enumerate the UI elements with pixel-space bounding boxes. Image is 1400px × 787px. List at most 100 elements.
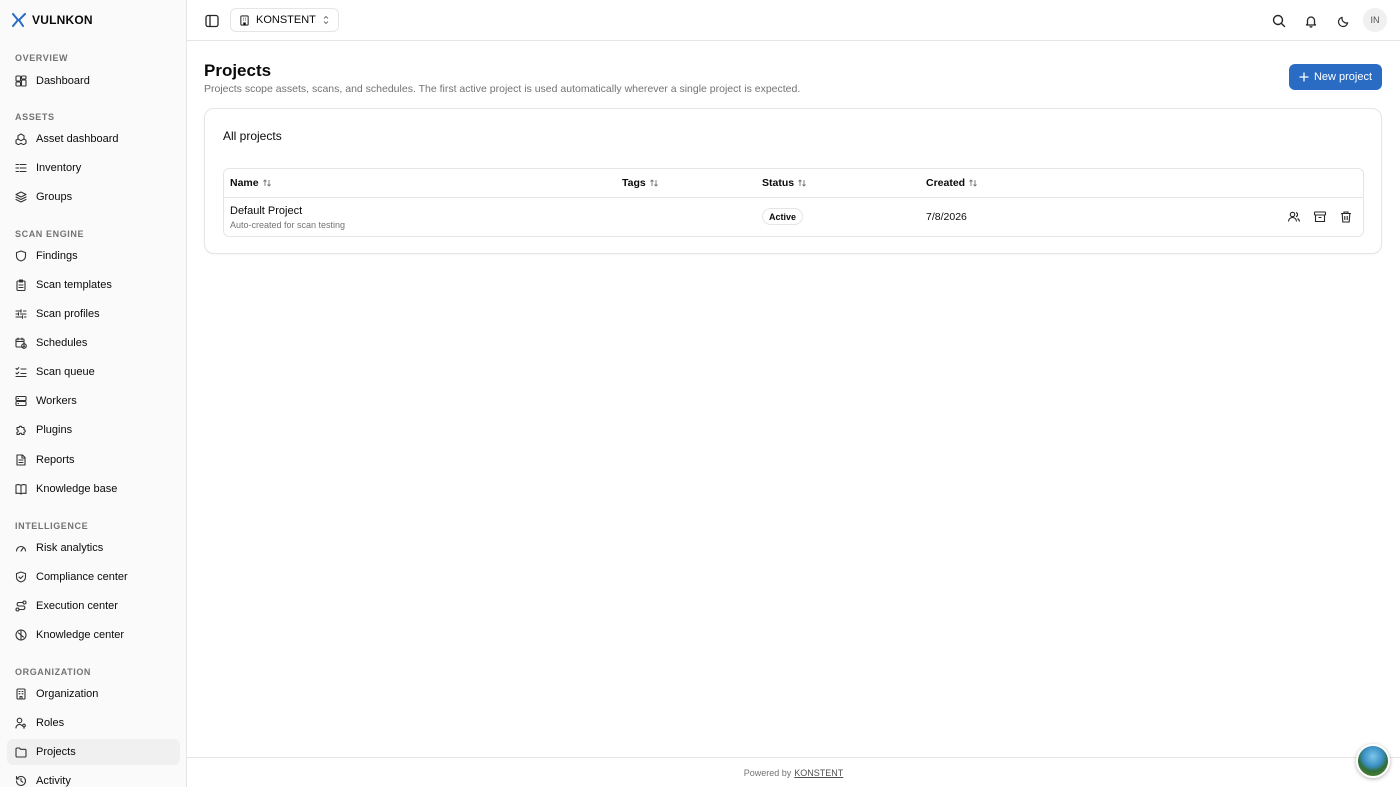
created-date: 7/8/2026 bbox=[926, 211, 967, 223]
sidebar-item-scan-templates[interactable]: Scan templates bbox=[7, 272, 180, 298]
gauge-icon bbox=[15, 545, 27, 552]
search-icon bbox=[1272, 14, 1286, 28]
sidebar-item-roles[interactable]: Roles bbox=[7, 710, 180, 736]
card-title: All projects bbox=[223, 129, 282, 143]
top-header: KONSTENT IN bbox=[187, 0, 1400, 41]
sort-icon bbox=[969, 179, 977, 187]
assistant-avatar-button[interactable] bbox=[1356, 744, 1390, 778]
projects-card: All projects Name Tags Status Created De… bbox=[204, 108, 1382, 254]
sidebar-item-label: Execution center bbox=[36, 600, 118, 612]
building-icon bbox=[16, 688, 26, 700]
puzzle-icon bbox=[16, 425, 26, 436]
server-icon bbox=[15, 395, 27, 407]
sidebar-item-asset-dashboard[interactable]: Asset dashboard bbox=[7, 126, 180, 152]
search-button[interactable] bbox=[1270, 12, 1288, 30]
column-label: Created bbox=[926, 177, 966, 189]
project-name[interactable]: Default Project bbox=[230, 205, 302, 217]
theme-toggle-button[interactable] bbox=[1334, 12, 1352, 30]
sidebar-item-label: Findings bbox=[36, 250, 78, 262]
org-name: KONSTENT bbox=[256, 14, 316, 26]
sidebar-toggle-button[interactable] bbox=[203, 12, 221, 30]
sidebar-item-label: Risk analytics bbox=[36, 542, 104, 554]
table-row[interactable]: Default Project Auto-created for scan te… bbox=[224, 198, 1363, 237]
sidebar-item-inventory[interactable]: Inventory bbox=[7, 155, 180, 181]
sidebar-item-label: Scan profiles bbox=[36, 308, 100, 320]
sidebar-item-risk-analytics[interactable]: Risk analytics bbox=[7, 535, 180, 561]
column-label: Status bbox=[762, 177, 795, 189]
sidebar-item-label: Schedules bbox=[36, 337, 88, 349]
sidebar-item-label: Plugins bbox=[36, 424, 73, 436]
column-header-status[interactable]: Status bbox=[762, 177, 807, 189]
column-header-tags[interactable]: Tags bbox=[622, 177, 659, 189]
shield-icon bbox=[15, 250, 27, 262]
org-switcher[interactable]: KONSTENT bbox=[230, 8, 339, 32]
page-description: Projects scope assets, scans, and schedu… bbox=[204, 83, 801, 95]
sidebar-item-label: Compliance center bbox=[36, 571, 128, 583]
sidebar-item-reports[interactable]: Reports bbox=[7, 447, 180, 473]
sidebar-item-label: Asset dashboard bbox=[36, 133, 119, 145]
sidebar-section-label: SCAN ENGINE bbox=[15, 229, 85, 239]
status-badge: Active bbox=[762, 208, 804, 225]
table-header: Name Tags Status Created bbox=[224, 169, 1363, 198]
sort-icon bbox=[649, 179, 658, 187]
delete-button[interactable] bbox=[1339, 210, 1353, 224]
new-project-label: New project bbox=[1313, 71, 1373, 83]
panel-left-icon bbox=[205, 14, 219, 28]
sidebar-section-label: ASSETS bbox=[15, 112, 55, 122]
boxes-icon bbox=[15, 133, 27, 145]
sidebar-item-knowledge-base[interactable]: Knowledge base bbox=[7, 476, 180, 502]
sidebar-item-label: Scan queue bbox=[36, 366, 95, 378]
sidebar-item-dashboard[interactable]: Dashboard bbox=[7, 68, 180, 94]
column-label: Tags bbox=[622, 177, 646, 189]
sidebar-item-findings[interactable]: Findings bbox=[7, 243, 180, 269]
projects-table: Name Tags Status Created Default Project… bbox=[223, 168, 1364, 237]
sidebar-item-workers[interactable]: Workers bbox=[7, 388, 180, 414]
sidebar-section-label: INTELLIGENCE bbox=[15, 521, 89, 531]
clipboard-icon bbox=[16, 279, 26, 291]
brand[interactable]: VULNKON bbox=[12, 12, 93, 28]
user-key-icon bbox=[15, 717, 26, 729]
notifications-button[interactable] bbox=[1302, 12, 1320, 30]
sidebar-item-plugins[interactable]: Plugins bbox=[7, 417, 180, 443]
sidebar-item-scan-profiles[interactable]: Scan profiles bbox=[7, 301, 180, 327]
new-project-button[interactable]: New project bbox=[1289, 64, 1382, 90]
sidebar-item-label: Projects bbox=[36, 746, 76, 758]
vulnkon-logo-icon bbox=[12, 13, 26, 27]
folder-icon bbox=[15, 747, 27, 758]
sidebar-item-compliance-center[interactable]: Compliance center bbox=[7, 564, 180, 590]
trash-icon bbox=[1341, 211, 1351, 223]
members-button[interactable] bbox=[1287, 210, 1301, 224]
sidebar-item-organization[interactable]: Organization bbox=[7, 681, 180, 707]
brain-icon bbox=[15, 629, 27, 641]
list-checks-icon bbox=[15, 367, 27, 378]
route-icon bbox=[15, 600, 27, 612]
dashboard-icon bbox=[15, 75, 27, 87]
sidebar-item-scan-queue[interactable]: Scan queue bbox=[7, 359, 180, 385]
footer: Powered by KONSTENT bbox=[187, 757, 1400, 787]
project-description: Auto-created for scan testing bbox=[230, 220, 346, 230]
sidebar-section-label: OVERVIEW bbox=[15, 53, 69, 63]
archive-button[interactable] bbox=[1313, 210, 1327, 224]
footer-prefix: Powered by bbox=[743, 767, 792, 778]
sidebar-item-label: Activity bbox=[36, 775, 71, 787]
brand-name: VULNKON bbox=[32, 13, 93, 27]
sidebar-item-groups[interactable]: Groups bbox=[7, 184, 180, 210]
sidebar-item-knowledge-center[interactable]: Knowledge center bbox=[7, 622, 180, 648]
sidebar-item-label: Roles bbox=[36, 717, 65, 729]
bell-icon bbox=[1305, 16, 1317, 28]
sidebar-item-execution-center[interactable]: Execution center bbox=[7, 593, 180, 619]
sidebar-item-label: Knowledge center bbox=[36, 629, 125, 641]
user-avatar[interactable]: IN bbox=[1363, 8, 1387, 32]
sidebar-item-schedules[interactable]: Schedules bbox=[7, 330, 180, 356]
column-header-created[interactable]: Created bbox=[926, 177, 978, 189]
sidebar-section-label: ORGANIZATION bbox=[15, 667, 92, 677]
sidebar-item-projects[interactable]: Projects bbox=[7, 739, 180, 765]
sidebar-item-activity[interactable]: Activity bbox=[7, 768, 180, 787]
building-icon bbox=[240, 14, 249, 26]
sidebar-item-label: Inventory bbox=[36, 162, 82, 174]
sidebar-item-label: Scan templates bbox=[36, 279, 112, 291]
column-header-name[interactable]: Name bbox=[230, 177, 272, 189]
footer-link[interactable]: KONSTENT bbox=[794, 768, 843, 778]
sidebar-item-label: Dashboard bbox=[36, 75, 90, 87]
sliders-icon bbox=[15, 309, 27, 319]
